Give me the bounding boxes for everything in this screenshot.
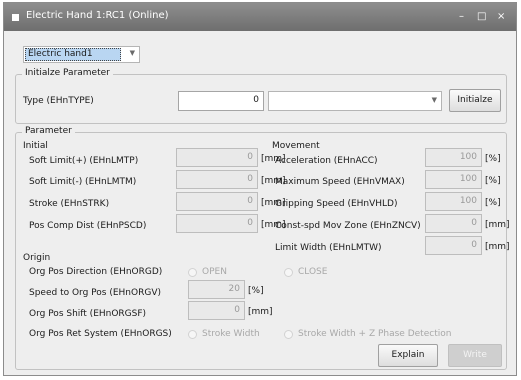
initialize-parameter-group: Initialze Parameter Type (EHnTYPE) 0 ▼ I… [15, 68, 507, 124]
maximum-speed-field[interactable]: 100 [425, 170, 482, 189]
stroke-width-label: Stroke Width [202, 329, 260, 339]
stroke-width-radio[interactable] [188, 330, 197, 339]
direction-open-radio[interactable] [188, 268, 197, 277]
type-select[interactable]: ▼ [268, 91, 442, 111]
speed-to-org-pos-unit: [%] [248, 286, 264, 296]
gripping-speed-unit: [%] [485, 198, 501, 208]
direction-close-label: CLOSE [298, 267, 328, 277]
stroke-field[interactable]: 0 [176, 192, 258, 211]
app-icon [12, 14, 19, 21]
initialize-button[interactable]: Initialze [449, 89, 501, 112]
initial-section-title: Initial [23, 141, 48, 151]
stroke-width-z-phase-label: Stroke Width + Z Phase Detection [298, 329, 452, 339]
acceleration-unit: [%] [485, 154, 501, 164]
limit-width-unit: [mm] [485, 242, 510, 252]
initialize-group-title: Initialze Parameter [22, 68, 113, 78]
title-bar[interactable]: Electric Hand 1:RC1 (Online) – □ × [4, 3, 516, 31]
chevron-down-icon: ▼ [431, 96, 437, 104]
restore-icon[interactable]: □ [477, 11, 486, 22]
maximum-speed-label: Maximum Speed (EHnVMAX) [275, 177, 405, 187]
close-icon[interactable]: × [497, 11, 505, 22]
type-label: Type (EHnTYPE) [23, 96, 94, 106]
org-pos-shift-label: Org Pos Shift (EHnORGSF) [29, 309, 147, 319]
gripping-speed-label: Gripping Speed (EHnVHLD) [275, 199, 398, 209]
limit-width-label: Limit Width (EHnLMTW) [275, 243, 382, 253]
gripping-speed-field[interactable]: 100 [425, 192, 482, 211]
org-pos-ret-system-label: Org Pos Ret System (EHnORGS) [29, 329, 172, 339]
speed-to-org-pos-label: Speed to Org Pos (EHnORGV) [29, 288, 161, 298]
acceleration-field[interactable]: 100 [425, 148, 482, 167]
const-spd-mov-zone-unit: [mm] [485, 220, 510, 230]
window-title: Electric Hand 1:RC1 (Online) [26, 10, 169, 21]
const-spd-mov-zone-label: Const-spd Mov Zone (EHnZNCV) [275, 221, 421, 231]
minimize-icon[interactable]: – [459, 11, 464, 22]
parameter-group-title: Parameter [22, 126, 75, 136]
origin-section-title: Origin [23, 253, 51, 263]
stroke-width-z-phase-radio[interactable] [284, 330, 293, 339]
direction-close-radio[interactable] [284, 268, 293, 277]
org-pos-shift-unit: [mm] [248, 307, 273, 317]
parameter-group: Parameter Initial Soft Limit(+) (EHnLMTP… [15, 126, 510, 370]
device-select-value: Electric hand1 [25, 48, 121, 61]
pos-comp-dist-field[interactable]: 0 [176, 214, 258, 233]
soft-limit-minus-field[interactable]: 0 [176, 170, 258, 189]
limit-width-field[interactable]: 0 [425, 236, 482, 255]
speed-to-org-pos-field[interactable]: 20 [188, 280, 245, 299]
device-select[interactable]: Electric hand1 ▼ [23, 46, 140, 63]
stroke-label: Stroke (EHnSTRK) [29, 199, 110, 209]
movement-section-title: Movement [272, 141, 320, 151]
soft-limit-plus-field[interactable]: 0 [176, 148, 258, 167]
write-button[interactable]: Write [448, 344, 502, 367]
soft-limit-plus-label: Soft Limit(+) (EHnLMTP) [29, 156, 139, 166]
explain-button[interactable]: Explain [378, 344, 438, 367]
maximum-speed-unit: [%] [485, 176, 501, 186]
soft-limit-minus-label: Soft Limit(-) (EHnLMTM) [29, 177, 137, 187]
org-pos-shift-field[interactable]: 0 [188, 301, 245, 320]
direction-open-label: OPEN [202, 267, 227, 277]
acceleration-label: Acceleration (EHnACC) [275, 156, 378, 166]
const-spd-mov-zone-field[interactable]: 0 [425, 214, 482, 233]
type-input[interactable]: 0 [178, 91, 264, 111]
pos-comp-dist-label: Pos Comp Dist (EHnPSCD) [29, 221, 147, 231]
dialog-window: Electric Hand 1:RC1 (Online) – □ × Elect… [3, 2, 517, 376]
chevron-down-icon: ▼ [129, 49, 135, 57]
org-pos-direction-label: Org Pos Direction (EHnORGD) [29, 267, 163, 277]
